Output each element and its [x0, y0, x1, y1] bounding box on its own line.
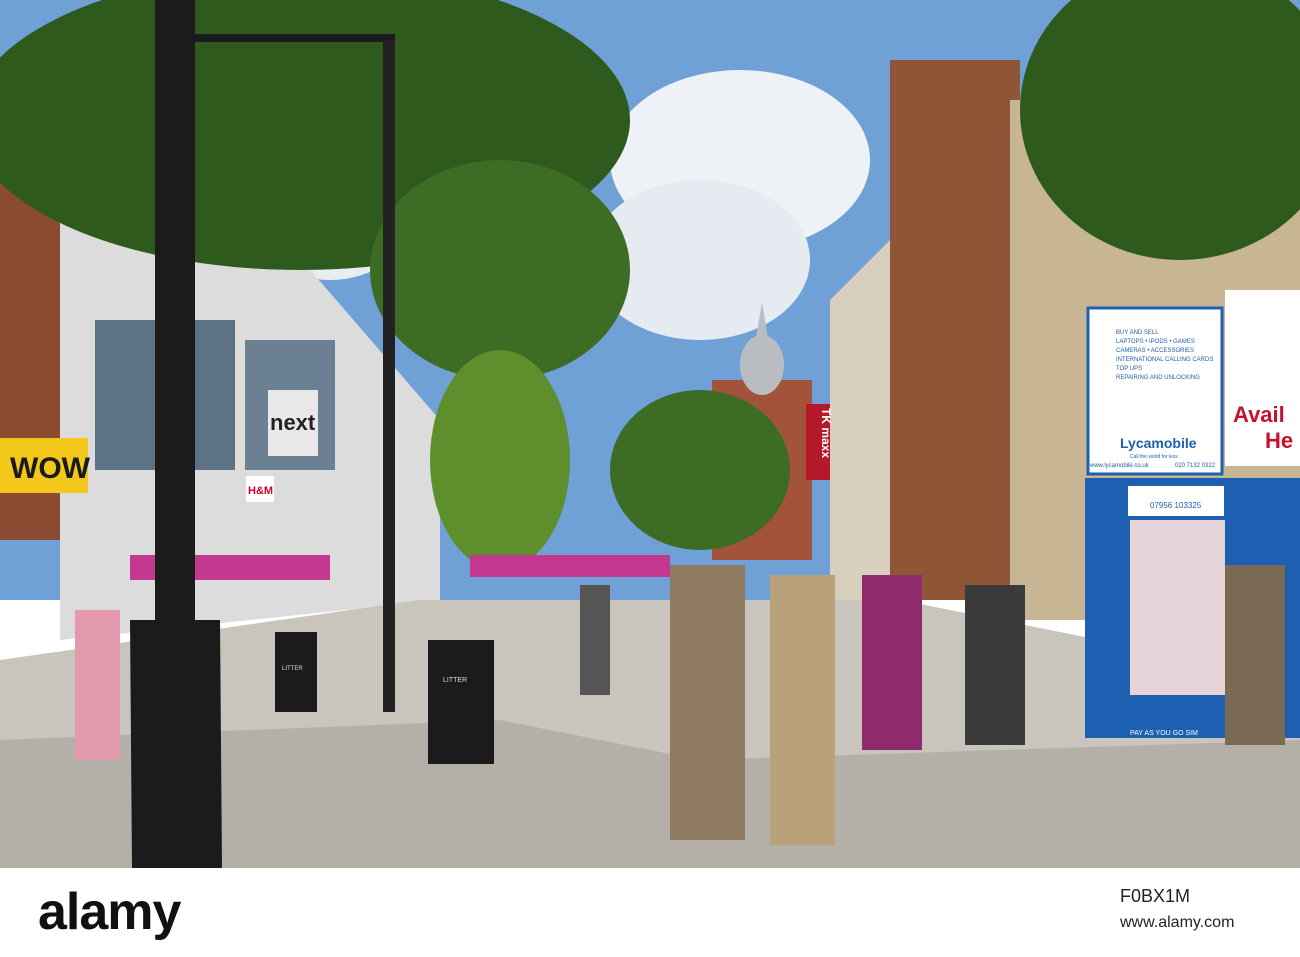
phone-shop-line: LAPTOPS • IPODS • GAMES: [1116, 339, 1195, 345]
lamp-post: [155, 0, 195, 620]
lamp-post-base: [130, 620, 222, 868]
watermark-url: www.alamy.com: [1120, 914, 1235, 931]
avail-line-1: Avail: [1233, 402, 1285, 427]
litter-bin-label: LITTER: [443, 677, 467, 684]
kiosk-window: [1130, 520, 1225, 695]
phone-shop-line: BUY AND SELL: [1116, 330, 1159, 336]
phone-shop-line: TOP UPS: [1116, 366, 1142, 372]
next-sign-text: next: [270, 410, 316, 435]
tree-canopy: [610, 390, 790, 550]
tkmaxx-sign-text: TK maxx: [819, 408, 833, 458]
image-id: F0BX1M: [1120, 886, 1191, 906]
street-photo: WOW next H&M TK maxx BUY AND SELL LAPTOP…: [0, 0, 1300, 868]
litter-bin: [275, 632, 317, 712]
kiosk-phone: 07956 103325: [1150, 501, 1202, 510]
lycamobile-phone: 020 7132 0322: [1175, 463, 1216, 469]
lycamobile-url: www.lycamobile.co.uk: [1089, 463, 1150, 469]
lycamobile-subtext: Call the world for less: [1130, 454, 1178, 460]
avail-line-2: He: [1265, 428, 1293, 453]
phone-shop-line: CAMERAS • ACCESSORIES: [1116, 348, 1194, 354]
dome: [740, 335, 784, 395]
tree-canopy: [430, 350, 570, 570]
lamp-post-far: [383, 40, 395, 712]
watermark-bar: [0, 868, 1300, 957]
wow-sign-text: WOW: [10, 452, 91, 485]
market-stalls: [470, 555, 670, 577]
right-brick-building: [890, 60, 1020, 600]
litter-bin-label: LITTER: [282, 666, 303, 672]
hm-sign-text: H&M: [248, 485, 273, 497]
alamy-logo: alamy: [38, 883, 181, 941]
lycamobile-text: Lycamobile: [1120, 435, 1197, 451]
phone-shop-line: INTERNATIONAL CALLING CARDS: [1116, 357, 1213, 363]
litter-bin: [428, 640, 494, 764]
lamp-arm: [195, 34, 395, 42]
pay-as-you-go: PAY AS YOU GO SIM: [1130, 730, 1198, 737]
tree-canopy: [370, 160, 630, 380]
phone-shop-line: REPAIRING AND UNLOCKING: [1116, 375, 1200, 381]
